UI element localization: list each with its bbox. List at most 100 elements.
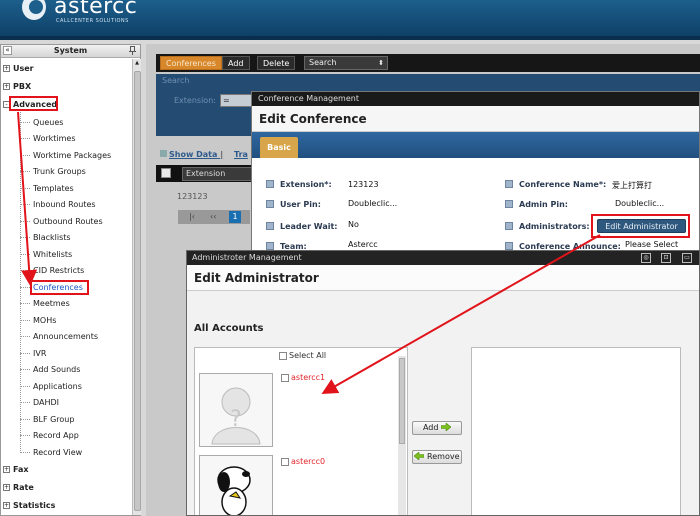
current-page[interactable]: 1	[229, 211, 241, 223]
tree-guide	[20, 369, 30, 370]
field-help-icon	[505, 180, 513, 188]
prev-page-icon[interactable]: ‹‹	[210, 212, 216, 221]
tree-guide	[20, 402, 30, 403]
tree-item-pbx[interactable]: + PBX	[3, 82, 31, 91]
search-field-label: Extension:	[174, 96, 216, 105]
account-option-astercc0[interactable]: astercc0	[281, 457, 325, 466]
tree-item-queues[interactable]: Queues	[33, 118, 63, 127]
select-all-option[interactable]: Select All	[279, 351, 326, 360]
arrow-right-icon	[441, 423, 452, 431]
conference-tabs: Basic	[252, 132, 699, 158]
select-all-checkbox[interactable]	[279, 351, 287, 360]
tree-item-whitelists[interactable]: Whitelists	[33, 250, 72, 259]
delete-button[interactable]: Delete	[257, 56, 296, 70]
first-page-icon[interactable]: |‹	[189, 212, 195, 221]
show-data-link[interactable]: Show Data |	[160, 150, 223, 159]
remove-account-button[interactable]: Remove	[412, 450, 462, 464]
extension-value[interactable]: 123123	[348, 180, 379, 189]
administrator-dialog-heading: Edit Administrator	[187, 265, 699, 291]
search-operator-select[interactable]: =	[220, 94, 254, 107]
account-checkbox[interactable]	[281, 373, 289, 382]
account-option-astercc1[interactable]: astercc1	[281, 373, 325, 382]
tree-item-templates[interactable]: Templates	[33, 184, 74, 193]
expand-icon[interactable]: +	[3, 83, 10, 90]
conference-dialog-heading: Edit Conference	[252, 106, 699, 132]
expand-icon[interactable]: +	[3, 502, 10, 509]
tree-guide	[20, 336, 30, 337]
leader-wait-value[interactable]: No	[348, 220, 359, 229]
maximize-icon[interactable]: ⊡	[661, 253, 671, 263]
tab-basic[interactable]: Basic	[260, 137, 298, 158]
tree-item-applications[interactable]: Applications	[33, 382, 82, 391]
tree-item-trunk-groups[interactable]: Trunk Groups	[33, 167, 86, 176]
tree-guide	[20, 138, 30, 139]
tree-item-statistics[interactable]: + Statistics	[3, 501, 55, 510]
conference-announce-select[interactable]: Please Select	[625, 240, 678, 249]
search-dropdown[interactable]: Search ⬍	[304, 56, 388, 70]
tree-item-blacklists[interactable]: Blacklists	[33, 233, 71, 242]
tree-item-outbound-routes[interactable]: Outbound Routes	[33, 217, 103, 226]
tree-item-worktime-packages[interactable]: Worktime Packages	[33, 151, 111, 160]
tree-item-record-view[interactable]: Record View	[33, 448, 82, 457]
tree-item-ivr[interactable]: IVR	[33, 349, 46, 358]
search-panel-title: Search	[162, 76, 190, 85]
highlight-advanced	[9, 96, 58, 111]
tree-guide	[20, 419, 30, 420]
tree-guide-line	[20, 110, 21, 451]
brand-name: astercc	[54, 0, 138, 19]
grid-select-all-checkbox[interactable]	[161, 168, 171, 178]
team-value[interactable]: Astercc	[348, 240, 378, 249]
account-name: astercc1	[291, 373, 326, 382]
grid-column-extension[interactable]: Extension	[182, 167, 256, 181]
grid-cell-extension[interactable]: 123123	[177, 192, 208, 201]
add-account-button[interactable]: Add	[412, 421, 462, 435]
highlight-conferences	[30, 280, 89, 295]
expand-icon[interactable]: +	[3, 484, 10, 491]
tree-item-fax[interactable]: + Fax	[3, 465, 29, 474]
field-help-icon	[266, 180, 274, 188]
tree-item-mohs[interactable]: MOHs	[33, 316, 56, 325]
tree-item-cid-restricts[interactable]: CID Restricts	[33, 266, 84, 275]
tree-item-record-app[interactable]: Record App	[33, 431, 79, 440]
user-pin-value[interactable]: Doubleclic...	[348, 199, 397, 208]
search-dropdown-label: Search	[309, 58, 337, 67]
add-button[interactable]: Add	[222, 56, 250, 70]
sidebar-scroll-thumb[interactable]	[134, 71, 141, 511]
accounts-scrollbar[interactable]	[398, 356, 406, 515]
tree-item-pbx-label: PBX	[13, 82, 32, 91]
conference-dialog-title: Conference Management	[252, 92, 699, 106]
account-checkbox[interactable]	[281, 457, 289, 466]
trash-link[interactable]: Tra	[234, 150, 248, 159]
expand-icon[interactable]: +	[3, 65, 10, 72]
tree-item-inbound-routes[interactable]: Inbound Routes	[33, 200, 96, 209]
admin-pin-value[interactable]: Doubleclic...	[615, 199, 664, 208]
tree-item-rate[interactable]: + Rate	[3, 483, 34, 492]
conference-name-value[interactable]: 爱上打算打	[612, 180, 652, 191]
sidebar-title: System	[53, 46, 88, 55]
tree-guide	[20, 122, 30, 123]
app-header: astercc CALLCENTER SOLUTIONS	[0, 0, 700, 40]
tree-item-worktimes[interactable]: Worktimes	[33, 134, 76, 143]
pin-icon[interactable]	[128, 46, 137, 55]
tree-item-user[interactable]: + User	[3, 64, 34, 73]
tree-item-statistics-label: Statistics	[13, 501, 56, 510]
tree-item-announcements[interactable]: Announcements	[33, 332, 98, 341]
tree-item-blf-group[interactable]: BLF Group	[33, 415, 74, 424]
tree-guide	[20, 188, 30, 189]
accounts-scroll-thumb[interactable]	[399, 358, 405, 444]
expand-icon[interactable]: +	[3, 466, 10, 473]
scroll-up-icon[interactable]: ▲	[133, 59, 141, 68]
admin-pin-label: Admin Pin:	[519, 200, 568, 209]
add-button-label: Add	[422, 423, 439, 432]
tree-item-add-sounds[interactable]: Add Sounds	[33, 365, 80, 374]
sidebar-scrollbar[interactable]: ▲	[132, 59, 141, 515]
tree-guide	[20, 254, 30, 255]
selected-administrators-list[interactable]	[471, 347, 681, 515]
link-separator: |	[220, 150, 224, 159]
field-help-icon	[266, 200, 274, 208]
tree-item-meetmes[interactable]: Meetmes	[33, 299, 70, 308]
tree-item-dahdi[interactable]: DAHDI	[33, 398, 59, 407]
conferences-tab-button[interactable]: Conferences	[160, 56, 222, 70]
close-icon[interactable]: ▭	[682, 253, 692, 263]
refresh-icon[interactable]: ◎	[641, 253, 651, 263]
